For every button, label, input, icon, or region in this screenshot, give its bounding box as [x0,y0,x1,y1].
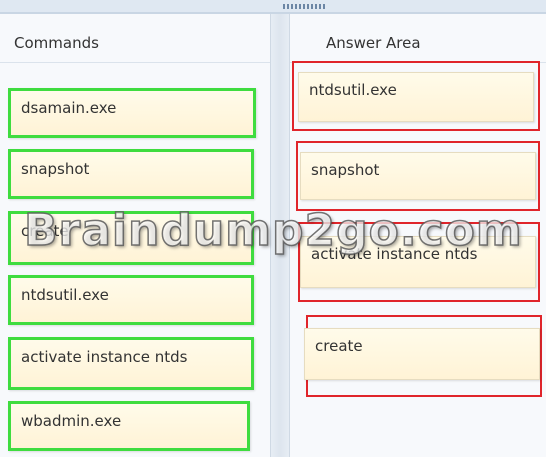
window-top-bar [0,0,546,14]
answer-item-activate-instance[interactable]: activate instance ntds [300,236,536,288]
command-item-wbadmin[interactable]: wbadmin.exe [8,401,250,451]
commands-header-divider [0,62,270,63]
panel-splitter[interactable] [271,14,289,457]
answer-item-ntdsutil[interactable]: ntdsutil.exe [298,72,534,122]
command-item-ntdsutil[interactable]: ntdsutil.exe [8,275,254,325]
answer-area-title: Answer Area [326,34,421,52]
command-item-create[interactable]: create [8,211,254,265]
commands-panel-title: Commands [14,34,99,52]
command-item-dsamain[interactable]: dsamain.exe [8,88,256,138]
command-item-activate-instance[interactable]: activate instance ntds [8,337,254,390]
command-item-snapshot[interactable]: snapshot [8,149,254,199]
answer-item-snapshot[interactable]: snapshot [300,152,536,200]
resize-grip-icon[interactable] [283,4,325,9]
answer-item-create[interactable]: create [304,328,540,380]
